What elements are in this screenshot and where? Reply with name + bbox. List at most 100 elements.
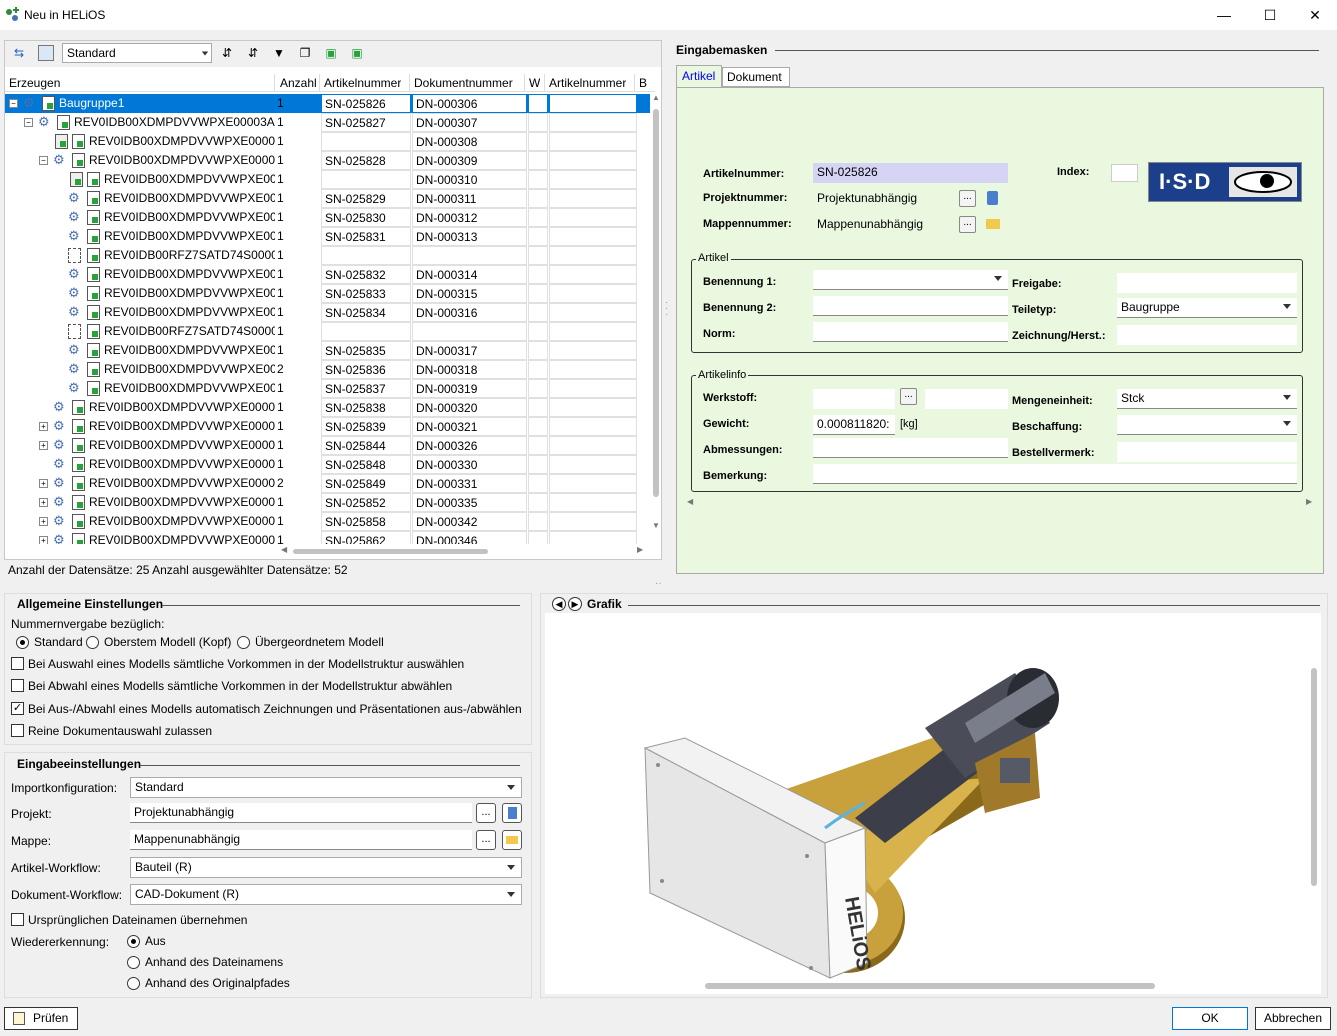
folder-icon[interactable] [502,830,522,850]
tree-item-artikelnummer[interactable]: SN-025827 [321,113,411,132]
abmessungen-field[interactable] [813,438,1008,458]
ok-button[interactable]: OK [1172,1007,1248,1030]
splitter-handle[interactable]: ·· [655,578,662,589]
tree-row[interactable]: ⚙ REV0IDB00XDMPDVVWPXE0000 1 SN-025835 DN-00… [5,341,650,360]
chevron-down-icon[interactable] [1283,421,1291,426]
checkbox-label[interactable]: Bei Aus-/Abwahl eines Modells automatisc… [28,702,522,716]
tree-item-w[interactable] [528,455,548,474]
tree-horizontal-scrollbar[interactable]: ◀ ▶ [281,545,647,558]
col-artikelnummer[interactable]: Artikelnummer [324,76,401,90]
chevron-down-icon[interactable] [507,892,515,897]
tree-item-dokumentnummer[interactable]: DN-000321 [412,417,527,436]
radio-oberstem-label[interactable]: Oberstem Modell (Kopf) [104,635,231,649]
tree-item-artikelnummer-2[interactable] [549,398,637,417]
tree-item-w[interactable] [528,151,548,170]
zeichnung-field[interactable] [1117,325,1297,345]
tree-item-artikelnummer[interactable]: SN-025828 [321,151,411,170]
dokument-workflow-select[interactable]: CAD-Dokument (R) [130,884,522,905]
select-all-icon[interactable]: ▣ [323,45,339,61]
tree-item-artikelnummer-2[interactable] [549,417,637,436]
chevron-down-icon[interactable] [507,865,515,870]
werkstoff-extra-field[interactable] [925,389,1008,409]
splitter-handle[interactable]: · · · [665,298,668,320]
tree-item-name[interactable]: REV0IDB00XDMPDVVWPXE000039 [89,474,275,493]
tree-row[interactable]: + ⚙ REV0IDB00XDMPDVVWPXE000039 1 SN-025839 DN… [5,417,650,436]
scroll-left-icon[interactable]: ◀ [281,545,287,554]
tree-item-artikelnummer-2[interactable] [549,341,637,360]
tree-row[interactable]: + ⚙ REV0IDB00XDMPDVVWPXE000039 1 SN-025858 DN… [5,512,650,531]
scroll-thumb[interactable] [653,109,659,497]
tree-item-artikelnummer-2[interactable] [549,189,637,208]
tree-item-dokumentnummer[interactable]: DN-000318 [412,360,527,379]
mappe-browse-button[interactable]: ... [476,830,496,850]
tree-item-w[interactable] [528,284,548,303]
view-combo[interactable]: Standard [62,43,212,63]
tree-row[interactable]: ⚙ REV0IDB00XDMPDVVWPXE0000 1 SN-025829 DN-00… [5,189,650,208]
radio-uebergeordnet[interactable] [237,636,250,649]
chevron-right-icon[interactable]: ▶ [568,597,582,611]
tree-item-artikelnummer[interactable] [321,170,411,189]
tree-item-dokumentnummer[interactable] [412,322,527,341]
tree-item-artikelnummer[interactable]: SN-025839 [321,417,411,436]
tree-item-dokumentnummer[interactable]: DN-000317 [412,341,527,360]
tree-item-w[interactable] [528,379,548,398]
tree-item-dokumentnummer[interactable]: DN-000316 [412,303,527,322]
tree-item-artikelnummer[interactable]: SN-025830 [321,208,411,227]
tree-item-artikelnummer[interactable]: SN-025844 [321,436,411,455]
tree-row[interactable]: REV0IDB00XDMPDVVWPXE00003A 1 DN-000308 [5,132,650,151]
tree-item-artikelnummer-2[interactable] [549,493,637,512]
tree-item-artikelnummer-2[interactable] [549,208,637,227]
mappennummer-field[interactable]: Mappenunabhängig [813,215,958,235]
tree-row[interactable]: + ⚙ REV0IDB00XDMPDVVWPXE000039 2 SN-025849 DN… [5,474,650,493]
tree-item-name[interactable]: REV0IDB00XDMPDVVWPXE000039 [89,493,275,512]
folder-icon[interactable] [986,219,1000,229]
tree-item-artikelnummer[interactable] [321,246,411,265]
tree-item-artikelnummer[interactable]: SN-025829 [321,189,411,208]
close-icon[interactable]: ✕ [1292,0,1337,30]
tree-item-artikelnummer[interactable]: SN-025832 [321,265,411,284]
artikelnummer-field[interactable]: SN-025826 [813,163,1008,183]
grafik-vertical-scroll-thumb[interactable] [1311,668,1317,886]
tree-row[interactable]: − ⚙ REV0IDB00XDMPDVVWPXE00003A03 1 SN-025827… [5,113,650,132]
importkonfiguration-select[interactable]: Standard [130,777,522,798]
chevron-down-icon[interactable] [994,276,1002,281]
grafik-horizontal-scroll-thumb[interactable] [705,983,1155,989]
checkbox-document-only[interactable] [11,724,24,737]
tree-item-artikelnummer-2[interactable] [549,303,637,322]
tree-item-name[interactable]: REV0IDB00XDMPDVVWPXE0000 [104,360,275,379]
bemerkung-field[interactable] [813,464,1297,484]
tree-item-dokumentnummer[interactable]: DN-000309 [412,151,527,170]
tree-item-artikelnummer[interactable]: SN-025852 [321,493,411,512]
tree-item-artikelnummer-2[interactable] [549,379,637,398]
tree-row[interactable]: − ⚙ Baugruppe1 1 SN-025826 DN-000306 [5,94,650,113]
select-icon[interactable]: ▣ [349,45,365,61]
tree-item-name[interactable]: REV0IDB00XDMPDVVWPXE0000 [104,284,275,303]
scroll-up-icon[interactable]: ▲ [652,93,660,102]
expand-icon[interactable]: + [39,422,48,431]
book-icon[interactable] [987,191,998,205]
tree-item-dokumentnummer[interactable] [412,246,527,265]
tree-item-artikelnummer-2[interactable] [549,94,637,113]
tree-item-w[interactable] [528,512,548,531]
tree-item-artikelnummer[interactable]: SN-025837 [321,379,411,398]
tree-item-name[interactable]: REV0IDB00XDMPDVVWPXE00003A03 [74,113,275,132]
scroll-down-icon[interactable]: ▼ [652,521,660,530]
copy-icon[interactable]: ❐ [297,45,313,61]
tree-item-name[interactable]: REV0IDB00XDMPDVVWPXE00003A [89,132,275,151]
tree-item-artikelnummer[interactable] [321,322,411,341]
tree-item-dokumentnummer[interactable]: DN-000330 [412,455,527,474]
tree-item-artikelnummer[interactable]: SN-025835 [321,341,411,360]
minimize-icon[interactable]: — [1201,0,1247,30]
col-anzahl[interactable]: Anzahl [280,76,317,90]
tree-item-name[interactable]: REV0IDB00XDMPDVVWPXE0000 [104,170,275,189]
tree-item-artikelnummer-2[interactable] [549,132,637,151]
tree-item-name[interactable]: REV0IDB00XDMPDVVWPXE0000 [104,227,275,246]
chevron-down-icon[interactable] [507,785,515,790]
tree-item-w[interactable] [528,436,548,455]
tree-item-artikelnummer-2[interactable] [549,284,637,303]
teiletyp-select[interactable]: Baugruppe [1117,298,1297,318]
tree-row[interactable]: ⚙ REV0IDB00XDMPDVVWPXE0000 1 SN-025830 DN-00… [5,208,650,227]
expand-icon[interactable]: + [39,441,48,450]
tree-item-dokumentnummer[interactable]: DN-000315 [412,284,527,303]
benennung2-field[interactable] [813,296,1008,316]
